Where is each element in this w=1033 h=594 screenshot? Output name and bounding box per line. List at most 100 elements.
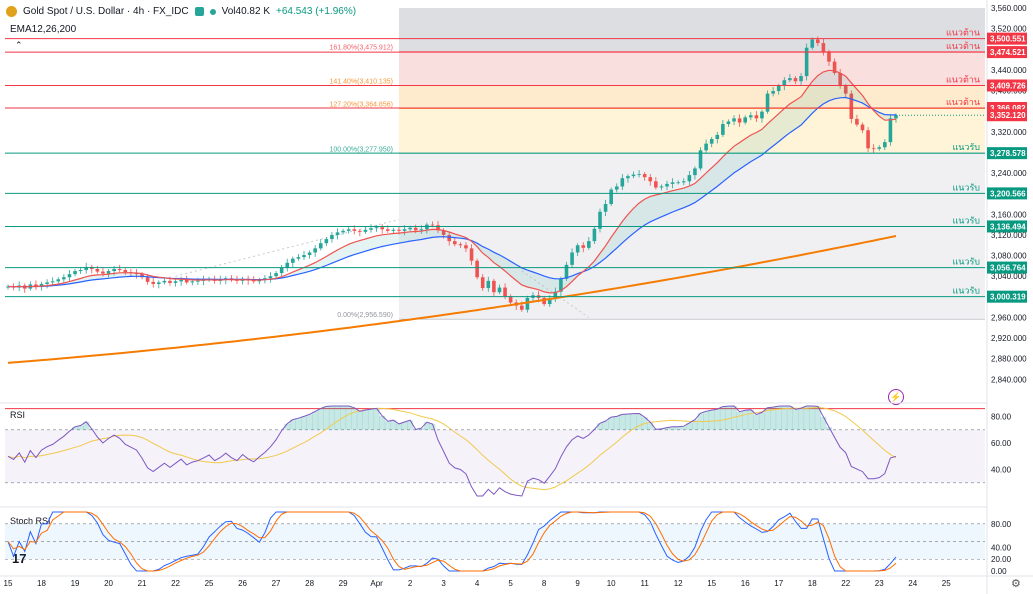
candle-body bbox=[626, 176, 630, 179]
candle-body bbox=[173, 281, 178, 283]
time-tick-label: 25 bbox=[205, 579, 214, 588]
fib-level-label: 100.00%(3,277.950) bbox=[330, 146, 393, 153]
candle-body bbox=[45, 282, 49, 284]
stoch-tick-label: 40.00 bbox=[991, 543, 1012, 552]
candle-body bbox=[497, 287, 502, 293]
stoch-tick-label: 0.00 bbox=[991, 567, 1007, 576]
candle-body bbox=[385, 229, 390, 231]
candle-body bbox=[50, 281, 55, 283]
candle-body bbox=[659, 186, 664, 188]
candle-body bbox=[631, 174, 636, 177]
time-tick-label: 15 bbox=[4, 579, 13, 588]
level-label-resistance: แนวต้าน bbox=[946, 41, 980, 51]
candle-body bbox=[352, 229, 357, 231]
candle-body bbox=[748, 115, 753, 118]
candle-body bbox=[665, 183, 669, 187]
price-tag-label: 3,000.319 bbox=[990, 293, 1026, 302]
candle-body bbox=[871, 148, 876, 150]
candle-body bbox=[614, 186, 619, 190]
fib-zone bbox=[398, 51, 986, 86]
price-tick-label: 3,160.000 bbox=[991, 210, 1027, 219]
candle-body bbox=[726, 121, 731, 125]
rsi-band bbox=[5, 429, 985, 483]
candle-body bbox=[883, 142, 887, 148]
time-tick-label: 18 bbox=[808, 579, 817, 588]
candle-body bbox=[587, 241, 591, 248]
candle-body bbox=[330, 234, 334, 240]
time-tick-label: 17 bbox=[774, 579, 783, 588]
price-tag-label: 3,500.551 bbox=[990, 35, 1026, 44]
candle-body bbox=[62, 277, 66, 280]
level-label-support: แนวรับ bbox=[952, 182, 980, 192]
candle-body bbox=[358, 230, 362, 232]
candle-body bbox=[425, 224, 429, 230]
candle-body bbox=[369, 228, 373, 230]
price-tag-label: 3,200.566 bbox=[990, 189, 1026, 198]
candle-body bbox=[704, 143, 708, 151]
candle-body bbox=[609, 189, 613, 204]
price-tick-label: 3,320.000 bbox=[991, 128, 1027, 137]
price-tick-label: 2,960.000 bbox=[991, 313, 1027, 322]
time-tick-label: 21 bbox=[138, 579, 147, 588]
candle-body bbox=[508, 296, 513, 303]
level-label-resistance: แนวต้าน bbox=[946, 75, 980, 85]
time-tick-label: 28 bbox=[305, 579, 314, 588]
candle-body bbox=[715, 134, 720, 140]
candle-body bbox=[117, 268, 122, 271]
candle-body bbox=[458, 244, 463, 246]
candle-body bbox=[313, 248, 317, 253]
rsi-tick-label: 40.00 bbox=[991, 466, 1012, 475]
candle-body bbox=[123, 270, 128, 273]
time-tick-label: 26 bbox=[238, 579, 247, 588]
candle-body bbox=[95, 268, 100, 272]
time-tick-label: 16 bbox=[741, 579, 750, 588]
time-tick-label: 20 bbox=[104, 579, 113, 588]
candle-body bbox=[341, 230, 345, 233]
candle-body bbox=[821, 43, 826, 52]
last-price-label: 3,352.120 bbox=[990, 111, 1026, 120]
time-tick-label: 19 bbox=[71, 579, 80, 588]
candle-body bbox=[274, 273, 278, 277]
candle-body bbox=[788, 78, 792, 81]
candle-body bbox=[620, 178, 625, 187]
time-tick-label: 3 bbox=[441, 579, 446, 588]
candle-body bbox=[760, 111, 764, 119]
time-tick-label: 29 bbox=[339, 579, 348, 588]
candle-body bbox=[196, 280, 200, 282]
rsi-tick-label: 60.00 bbox=[991, 439, 1012, 448]
candle-body bbox=[73, 271, 77, 275]
level-label-support: แนวรับ bbox=[952, 286, 980, 296]
candle-body bbox=[419, 229, 424, 231]
price-tick-label: 3,240.000 bbox=[991, 169, 1027, 178]
stoch-tick-label: 80.00 bbox=[991, 520, 1012, 529]
time-tick-label: 4 bbox=[475, 579, 480, 588]
time-tick-label: 2 bbox=[408, 579, 413, 588]
fib-level-label: 161.80%(3,475.912) bbox=[330, 44, 393, 51]
stoch-band bbox=[5, 523, 985, 560]
candle-body bbox=[754, 115, 759, 119]
candle-body bbox=[765, 93, 770, 112]
candle-body bbox=[676, 182, 680, 184]
candle-body bbox=[162, 280, 167, 283]
candle-body bbox=[397, 229, 401, 231]
time-tick-label: 9 bbox=[575, 579, 580, 588]
time-tick-label: 18 bbox=[37, 579, 46, 588]
candle-body bbox=[106, 271, 111, 274]
price-tick-label: 3,560.000 bbox=[991, 4, 1027, 13]
candle-body bbox=[654, 181, 658, 188]
candle-body bbox=[564, 264, 569, 279]
candle-body bbox=[112, 268, 116, 272]
fib-zone bbox=[398, 8, 986, 52]
price-tick-label: 3,440.000 bbox=[991, 66, 1027, 75]
candle-body bbox=[67, 274, 72, 278]
price-tag-label: 3,056.764 bbox=[990, 264, 1026, 273]
price-tick-label: 2,920.000 bbox=[991, 334, 1027, 343]
candle-body bbox=[168, 280, 172, 283]
candle-body bbox=[793, 78, 798, 82]
level-label-support: แนวรับ bbox=[952, 142, 980, 152]
candle-body bbox=[743, 117, 748, 123]
candle-body bbox=[810, 39, 815, 48]
time-tick-label: 27 bbox=[272, 579, 281, 588]
candle-body bbox=[709, 139, 714, 144]
candle-body bbox=[464, 245, 468, 249]
